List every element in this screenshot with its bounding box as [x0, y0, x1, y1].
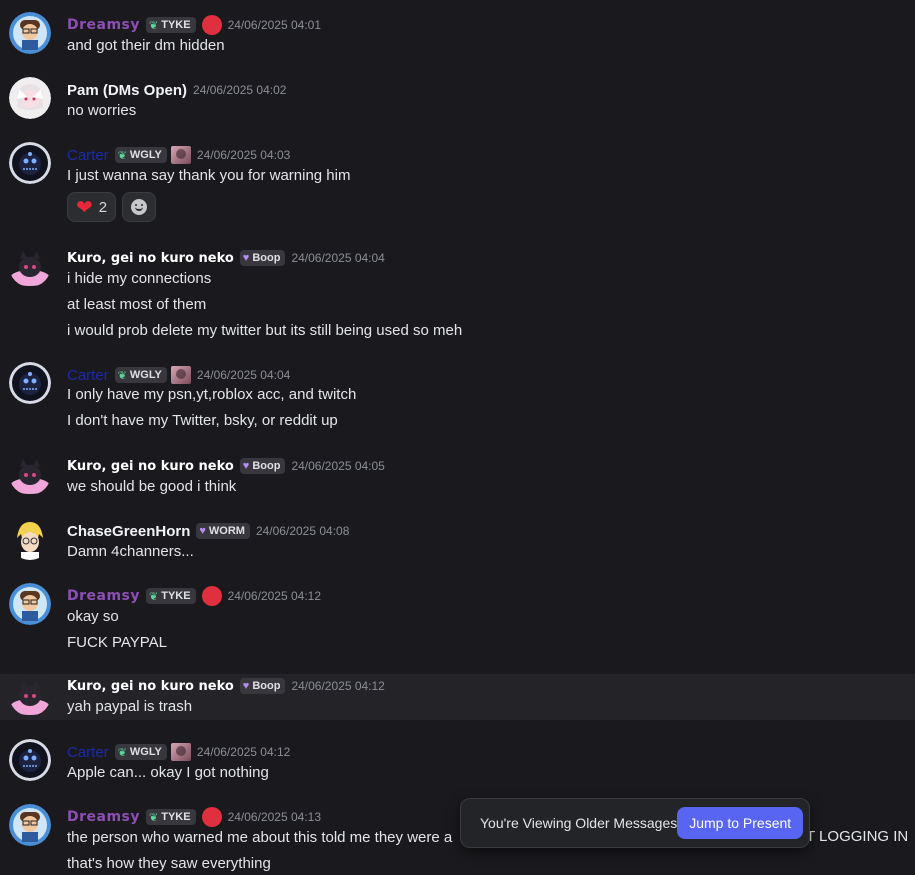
timestamp: 24/06/2025 04:04	[196, 368, 291, 382]
username[interactable]: Kuro, gei no kuro neko	[67, 679, 234, 694]
smile-icon	[131, 199, 148, 215]
username[interactable]: Dreamsy	[67, 588, 140, 604]
heart-icon: ❤	[76, 196, 93, 219]
timestamp: 24/06/2025 04:01	[227, 18, 321, 32]
message-group: ChaseGreenHorn ♥ WORM 24/06/2025 04:08 Da…	[0, 506, 915, 571]
guild-tag[interactable]: ❦ WGLY	[114, 147, 167, 163]
heart-icon: ♥	[242, 460, 250, 472]
guild-tag[interactable]: ❦ TYKE	[146, 17, 196, 33]
username[interactable]: ChaseGreenHorn	[67, 523, 190, 540]
username[interactable]: Carter	[67, 744, 109, 761]
role-icon[interactable]	[201, 586, 222, 606]
leaf-icon: ❦	[149, 811, 159, 824]
avatar[interactable]	[9, 804, 51, 846]
avatar[interactable]	[9, 142, 51, 184]
guild-tag[interactable]: ❦ TYKE	[146, 809, 196, 825]
message-text: and got their dm hidden	[67, 37, 225, 54]
guild-tag[interactable]: ❦ TYKE	[146, 588, 196, 604]
username[interactable]: Dreamsy	[67, 809, 140, 825]
message-text: FUCK PAYPAL	[67, 634, 168, 651]
timestamp: 24/06/2025 04:08	[255, 524, 350, 538]
username[interactable]: Kuro, gei no kuro neko	[67, 251, 234, 266]
timestamp: 24/06/2025 04:12	[196, 745, 291, 759]
leaf-icon: ❦	[117, 149, 127, 162]
timestamp: 24/06/2025 04:05	[291, 459, 385, 473]
guild-tag[interactable]: ♥ Boop	[239, 678, 286, 694]
message-text-tail: T LOGGING IN	[806, 828, 909, 845]
timestamp: 24/06/2025 04:03	[196, 148, 291, 162]
leaf-icon: ❦	[117, 746, 127, 759]
role-icon[interactable]	[201, 15, 222, 35]
message-group-hovered: Kuro, gei no kuro neko ♥ Boop 24/06/2025 …	[0, 674, 915, 720]
guild-tag[interactable]: ♥ Boop	[239, 250, 286, 266]
guild-tag[interactable]: ♥ Boop	[239, 458, 286, 474]
message-group: Dreamsy ❦ TYKE 24/06/2025 04:12 okay so F…	[0, 571, 915, 662]
heart-icon: ♥	[242, 252, 250, 264]
timestamp: 24/06/2025 04:12	[227, 589, 321, 603]
username[interactable]: Carter	[67, 367, 109, 384]
message-text: no worries	[67, 102, 137, 119]
message-group: Kuro, gei no kuro neko ♥ Boop 24/06/2025 …	[0, 233, 915, 348]
message-text: Apple can... okay I got nothing	[67, 764, 269, 781]
message-list: Dreamsy ❦ TYKE 24/06/2025 04:01 and got t…	[0, 0, 915, 875]
leaf-icon: ❦	[149, 590, 159, 603]
avatar[interactable]	[9, 583, 51, 625]
role-icon[interactable]	[170, 146, 191, 164]
role-icon[interactable]	[201, 807, 222, 827]
avatar[interactable]	[9, 674, 51, 716]
heart-icon: ♥	[242, 680, 250, 692]
reactions: ❤ 2	[67, 192, 157, 222]
reaction-heart[interactable]: ❤ 2	[67, 192, 117, 222]
avatar[interactable]	[9, 245, 51, 287]
avatar[interactable]	[9, 362, 51, 404]
username[interactable]: Kuro, gei no kuro neko	[67, 459, 234, 474]
avatar[interactable]	[9, 453, 51, 495]
message-text: I only have my psn,yt,roblox acc, and tw…	[67, 386, 357, 403]
reaction-count: 2	[98, 198, 108, 216]
message-text: I don't have my Twitter, bsky, or reddit…	[67, 412, 338, 429]
message-text: i would prob delete my twitter but its s…	[67, 322, 463, 339]
message-text: yah paypal is trash	[67, 698, 193, 715]
message-text: I just wanna say thank you for warning h…	[67, 167, 351, 184]
message-group: Kuro, gei no kuro neko ♥ Boop 24/06/2025 …	[0, 441, 915, 506]
timestamp: 24/06/2025 04:13	[227, 810, 321, 824]
username[interactable]: Dreamsy	[67, 17, 140, 33]
message-text: Damn 4channers...	[67, 543, 194, 560]
leaf-icon: ❦	[117, 369, 127, 382]
older-messages-label: You're Viewing Older Messages	[480, 815, 678, 831]
avatar[interactable]	[9, 77, 51, 119]
leaf-icon: ❦	[149, 19, 159, 32]
username[interactable]: Pam (DMs Open)	[67, 82, 187, 99]
message-text: okay so	[67, 608, 119, 625]
timestamp: 24/06/2025 04:02	[193, 83, 287, 97]
jump-to-present-button[interactable]: Jump to Present	[677, 807, 804, 839]
message-text: i hide my connections	[67, 270, 212, 287]
message-text: that's how they saw everything	[67, 855, 271, 872]
message-text: the person who warned me about this told…	[67, 829, 453, 846]
message-group: Carter ❦ WGLY 24/06/2025 04:03 I just wan…	[0, 130, 915, 233]
add-reaction-button[interactable]	[122, 192, 157, 222]
older-messages-bar: You're Viewing Older Messages Jump to Pr…	[460, 798, 810, 848]
guild-tag[interactable]: ❦ WGLY	[114, 367, 167, 383]
avatar[interactable]	[9, 12, 51, 54]
message-text: we should be good i think	[67, 478, 237, 495]
message-group: Carter ❦ WGLY 24/06/2025 04:12 Apple can.…	[0, 727, 915, 792]
username[interactable]: Carter	[67, 147, 109, 164]
role-icon[interactable]	[170, 743, 191, 761]
guild-tag[interactable]: ❦ WGLY	[114, 744, 167, 760]
timestamp: 24/06/2025 04:04	[291, 251, 385, 265]
message-group: Carter ❦ WGLY 24/06/2025 04:04 I only hav…	[0, 350, 915, 441]
message-group: Dreamsy ❦ TYKE 24/06/2025 04:01 and got t…	[0, 0, 915, 65]
role-icon[interactable]	[170, 366, 191, 384]
timestamp: 24/06/2025 04:12	[291, 679, 385, 693]
message-group: Pam (DMs Open) 24/06/2025 04:02 no worri…	[0, 65, 915, 130]
message-text: at least most of them	[67, 296, 207, 313]
guild-tag[interactable]: ♥ WORM	[196, 523, 250, 539]
avatar[interactable]	[9, 518, 51, 560]
heart-icon: ♥	[199, 525, 206, 537]
avatar[interactable]	[9, 739, 51, 781]
